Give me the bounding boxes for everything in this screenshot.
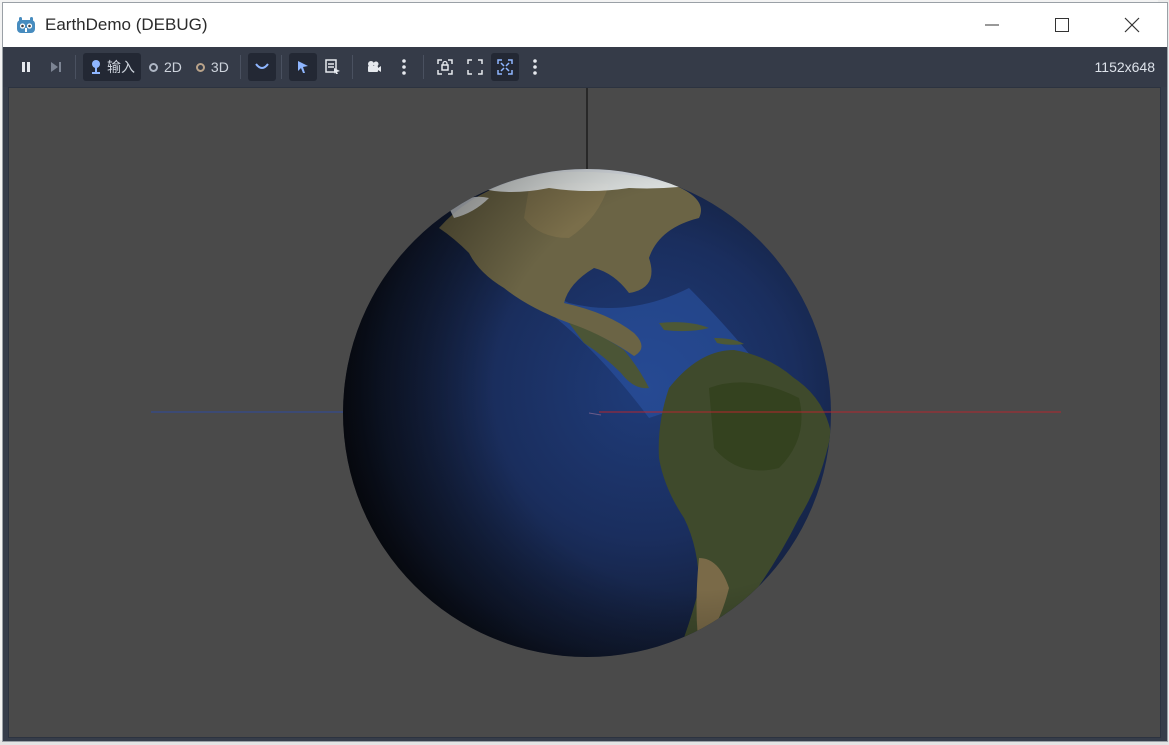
hide-embedded-button[interactable] <box>247 53 276 81</box>
mode-3d-button[interactable]: 3D <box>190 53 235 81</box>
toolbar-separator <box>239 55 241 79</box>
next-frame-button[interactable] <box>42 53 70 81</box>
list-select-icon <box>325 59 340 74</box>
viewport-resolution: 1152x648 <box>1094 59 1155 75</box>
toolbar-separator <box>422 55 424 79</box>
kebab-menu-icon <box>533 59 537 75</box>
kebab-menu-icon <box>402 59 406 75</box>
pause-icon <box>22 62 30 72</box>
keep-aspect-icon <box>437 59 453 75</box>
debug-toolbar: 输入 2D 3D 1152x648 <box>3 47 1167 87</box>
pause-button[interactable] <box>12 53 40 81</box>
keep-aspect-button[interactable] <box>431 53 459 81</box>
fill-viewport-button[interactable] <box>490 53 519 81</box>
select-mode-button[interactable] <box>288 53 317 81</box>
game-window: EarthDemo (DEBUG) 输入 2D 3D 1152x648 <box>2 2 1168 742</box>
toolbar-separator <box>75 55 76 79</box>
input-label: 输入 <box>107 59 135 75</box>
scene-canvas <box>151 88 1061 657</box>
camera-override-button[interactable] <box>360 53 388 81</box>
title-bar[interactable]: EarthDemo (DEBUG) <box>3 3 1167 47</box>
godot-icon <box>15 14 37 36</box>
earth-globe <box>343 169 831 657</box>
camera-options-menu[interactable] <box>390 53 418 81</box>
toolbar-separator <box>351 55 353 79</box>
mode-2d-button[interactable]: 2D <box>143 53 188 81</box>
list-select-button[interactable] <box>319 53 347 81</box>
close-icon <box>1124 17 1140 33</box>
game-viewport[interactable] <box>8 87 1161 738</box>
cursor-icon <box>297 61 308 73</box>
maximize-button[interactable] <box>1027 3 1097 47</box>
joystick-icon <box>92 60 100 74</box>
close-button[interactable] <box>1097 3 1167 47</box>
chevron-down-icon <box>255 63 269 69</box>
toolbar-separator <box>280 55 282 79</box>
expand-icon <box>467 59 483 75</box>
maximize-icon <box>1055 18 1069 32</box>
stretch-button[interactable] <box>461 53 489 81</box>
next-frame-icon <box>51 62 61 72</box>
mode-3d-label: 3D <box>210 59 229 75</box>
fullscreen-icon <box>497 59 513 75</box>
window-title: EarthDemo (DEBUG) <box>45 15 208 34</box>
view-options-menu[interactable] <box>521 53 549 81</box>
window-controls <box>957 3 1167 47</box>
minimize-icon <box>985 24 999 26</box>
mode-2d-label: 2D <box>164 59 182 75</box>
minimize-button[interactable] <box>957 3 1027 47</box>
camera-icon <box>367 61 381 72</box>
input-toggle[interactable]: 输入 <box>83 53 141 81</box>
radio-icon <box>149 62 158 72</box>
radio-icon <box>195 62 205 72</box>
